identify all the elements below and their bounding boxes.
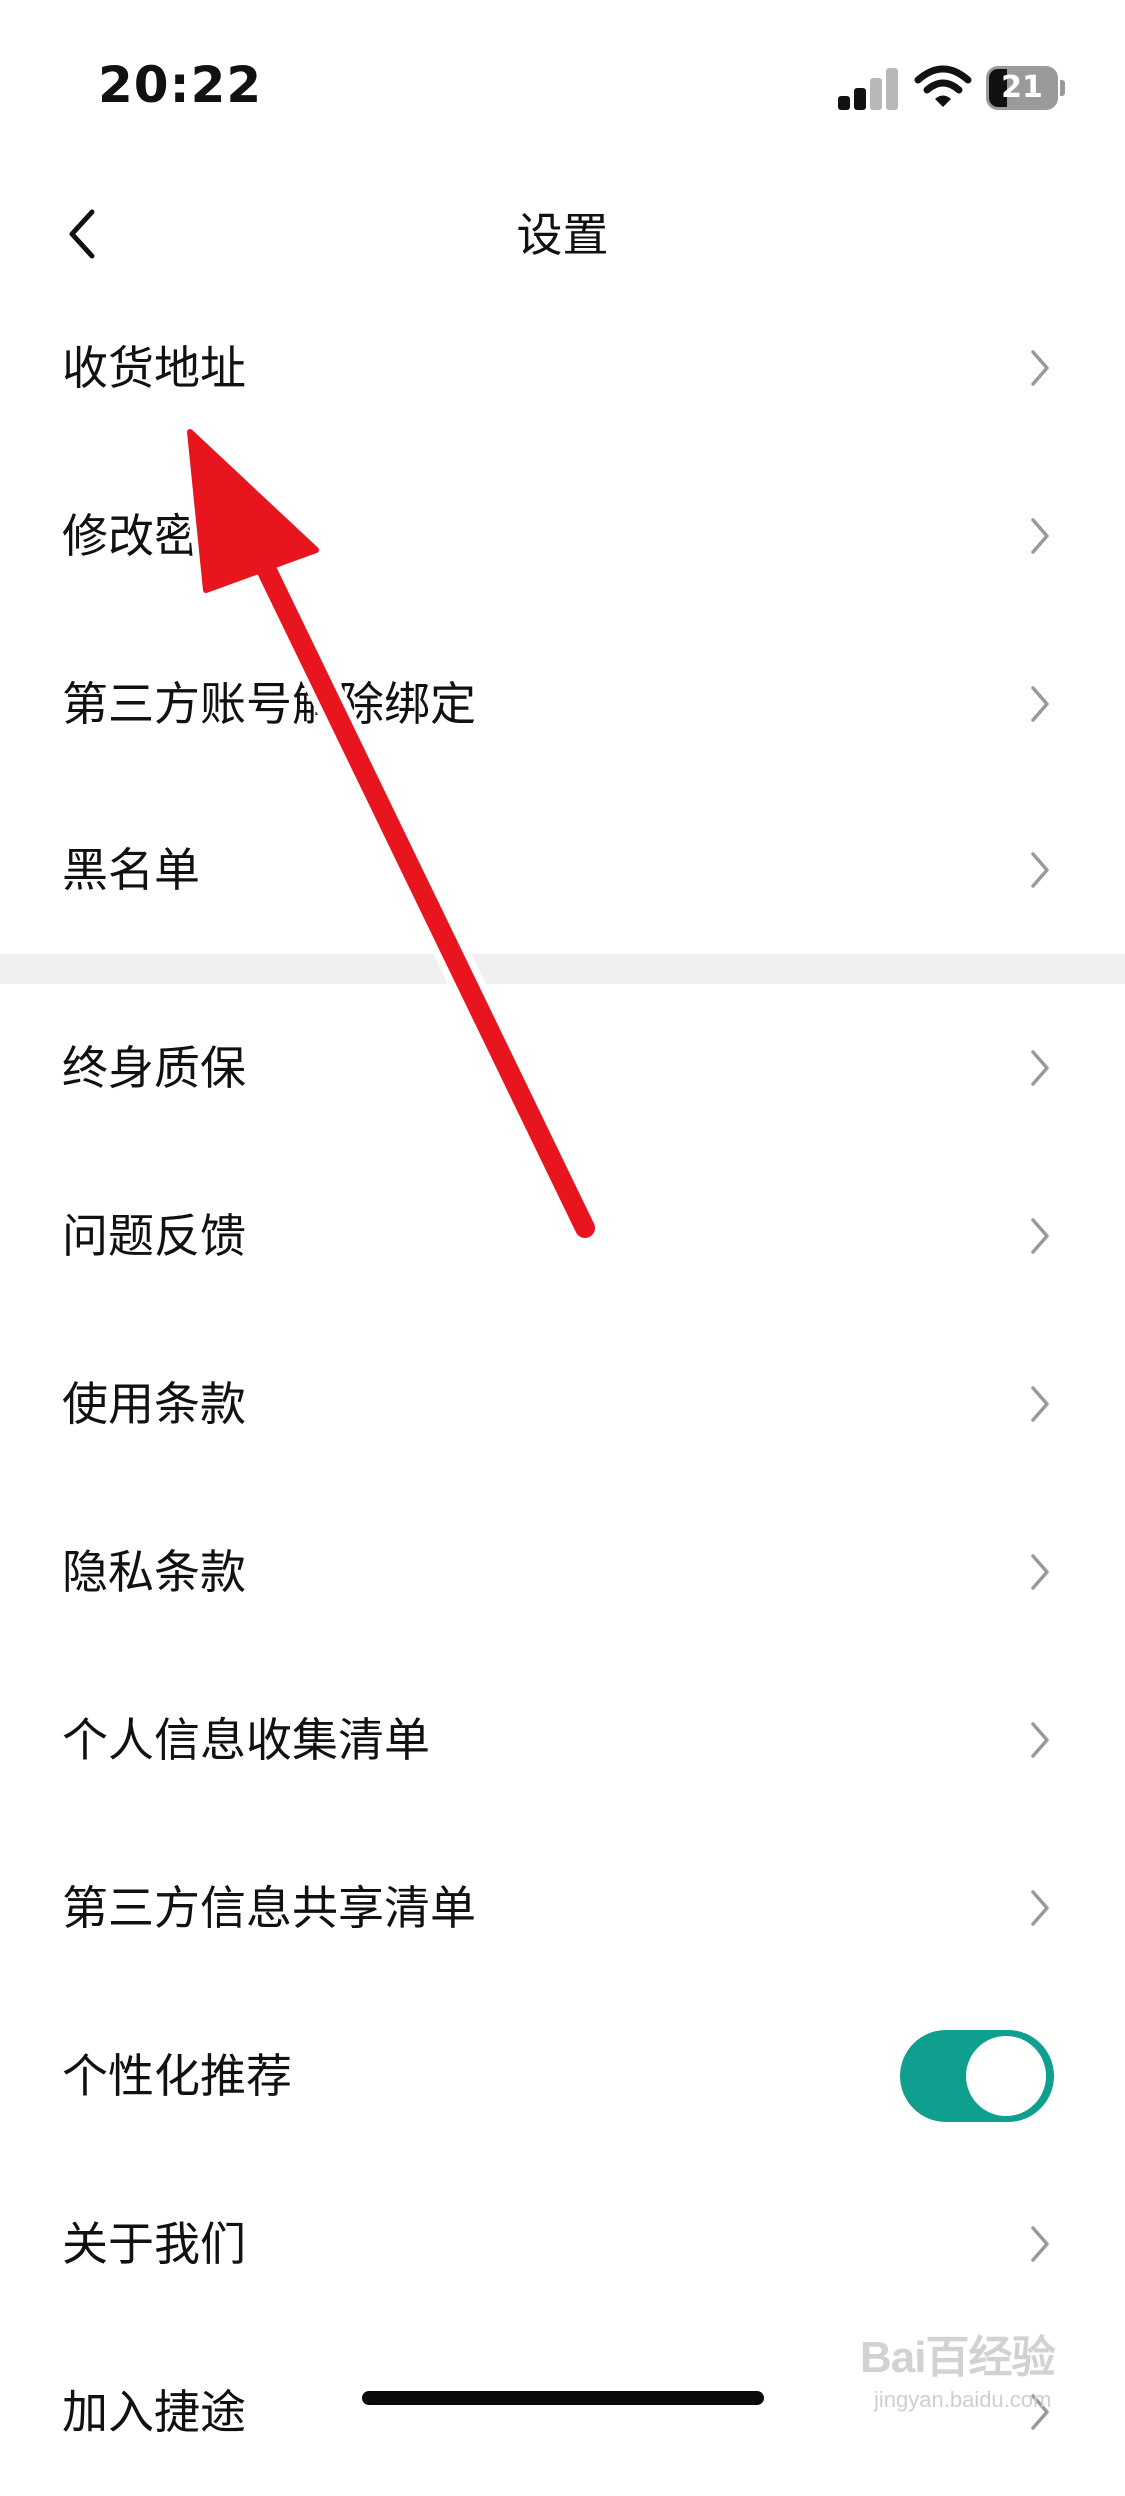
chevron-right-icon xyxy=(1031,1722,1049,1758)
chevron-right-icon xyxy=(1031,686,1049,722)
menu-item-shipping-address[interactable]: 收货地址 xyxy=(0,284,1125,452)
menu-item-label: 终身质保 xyxy=(62,1041,246,1095)
chevron-left-icon xyxy=(69,209,95,259)
menu-item-label: 个性化推荐 xyxy=(62,2049,292,2103)
menu-item-personal-info-list[interactable]: 个人信息收集清单 xyxy=(0,1656,1125,1824)
menu-item-unbind-third-party[interactable]: 第三方账号解除绑定 xyxy=(0,620,1125,788)
watermark: Bai百经验 jingyan.baidu.com xyxy=(860,2315,1120,2425)
nav-bar: 设置 xyxy=(0,170,1125,300)
chevron-right-icon xyxy=(1031,1890,1049,1926)
status-time: 20:22 xyxy=(98,56,263,114)
menu-item-label: 关于我们 xyxy=(62,2217,246,2271)
chevron-right-icon xyxy=(1031,1050,1049,1086)
battery-percent: 21 xyxy=(1001,70,1043,105)
wifi-icon xyxy=(914,65,972,107)
menu-item-label: 个人信息收集清单 xyxy=(62,1713,430,1767)
section-divider xyxy=(0,954,1125,984)
chevron-right-icon xyxy=(1031,518,1049,554)
menu-item-label: 第三方信息共享清单 xyxy=(62,1881,476,1935)
chevron-right-icon xyxy=(1031,1218,1049,1254)
menu-item-label: 加入捷途 xyxy=(62,2385,246,2439)
toggle-knob xyxy=(966,2036,1046,2116)
menu-item-label: 收货地址 xyxy=(62,341,246,395)
menu-item-about-us[interactable]: 关于我们 xyxy=(0,2160,1125,2328)
menu-item-personalized-recommendation: 个性化推荐 xyxy=(0,1992,1125,2160)
menu-item-third-party-sharing-list[interactable]: 第三方信息共享清单 xyxy=(0,1824,1125,1992)
chevron-right-icon xyxy=(1031,1554,1049,1590)
menu-item-label: 修改密码 xyxy=(62,509,246,563)
menu-item-label: 第三方账号解除绑定 xyxy=(62,677,476,731)
menu-item-label: 问题反馈 xyxy=(62,1209,246,1263)
menu-item-label: 隐私条款 xyxy=(62,1545,246,1599)
menu-item-feedback[interactable]: 问题反馈 xyxy=(0,1152,1125,1320)
menu-item-privacy-terms[interactable]: 隐私条款 xyxy=(0,1488,1125,1656)
page-title: 设置 xyxy=(516,208,609,262)
chevron-right-icon xyxy=(1031,1386,1049,1422)
menu-item-lifetime-warranty[interactable]: 终身质保 xyxy=(0,984,1125,1152)
menu-item-label: 黑名单 xyxy=(62,843,200,897)
watermark-logo: Bai百经验 xyxy=(860,2333,1055,2382)
chevron-right-icon xyxy=(1031,852,1049,888)
personalized-recommendation-toggle[interactable] xyxy=(900,2030,1054,2122)
menu-item-blacklist[interactable]: 黑名单 xyxy=(0,786,1125,954)
status-bar: 20:22 21 xyxy=(0,0,1125,170)
chevron-right-icon xyxy=(1031,350,1049,386)
menu-item-label: 使用条款 xyxy=(62,1377,246,1431)
menu-item-change-password[interactable]: 修改密码 xyxy=(0,452,1125,620)
back-button[interactable] xyxy=(56,188,116,278)
menu-item-terms-of-use[interactable]: 使用条款 xyxy=(0,1320,1125,1488)
watermark-url: jingyan.baidu.com xyxy=(874,2387,1052,2412)
signal-icon xyxy=(838,66,898,110)
chevron-right-icon xyxy=(1031,2226,1049,2262)
battery-icon: 21 xyxy=(986,66,1066,110)
home-indicator xyxy=(362,2391,764,2405)
